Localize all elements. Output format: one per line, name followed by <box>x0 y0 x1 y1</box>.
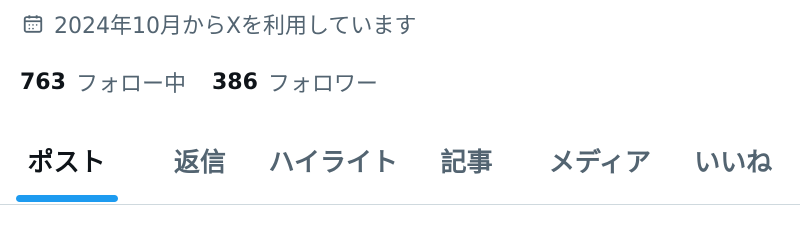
tab-posts[interactable]: ポスト <box>0 130 133 202</box>
tabs-divider <box>0 204 800 205</box>
joined-date: 2024年10月からXを利用しています <box>20 9 416 39</box>
following-link[interactable]: 763 フォロー中 <box>20 66 186 98</box>
calendar-icon <box>20 11 46 37</box>
profile-header: 2024年10月からXを利用しています 763 フォロー中 386 フォロワー … <box>0 0 800 213</box>
followers-count: 386 <box>211 69 258 95</box>
profile-tabs: ポスト 返信 ハイライト 記事 メディア いいね <box>0 130 800 204</box>
tab-label: ポスト <box>27 147 106 178</box>
followers-link[interactable]: 386 フォロワー <box>212 66 378 98</box>
tab-label: いいね <box>694 147 773 178</box>
follow-stats: 763 フォロー中 386 フォロワー <box>20 66 378 98</box>
tab-replies[interactable]: 返信 <box>133 130 266 190</box>
following-label: フォロー中 <box>75 72 186 97</box>
following-count: 763 <box>20 69 66 95</box>
tab-label: 返信 <box>173 147 226 178</box>
tab-label: メディア <box>548 147 652 178</box>
tab-highlights[interactable]: ハイライト <box>267 130 400 190</box>
tab-label: ハイライト <box>268 147 399 178</box>
active-tab-indicator <box>15 195 118 202</box>
tab-label: 記事 <box>440 147 493 178</box>
tab-articles[interactable]: 記事 <box>400 130 533 190</box>
joined-date-text: 2024年10月からXを利用しています <box>54 14 417 39</box>
followers-label: フォロワー <box>267 72 378 97</box>
tab-likes[interactable]: いいね <box>667 130 800 190</box>
tab-media[interactable]: メディア <box>533 130 666 190</box>
